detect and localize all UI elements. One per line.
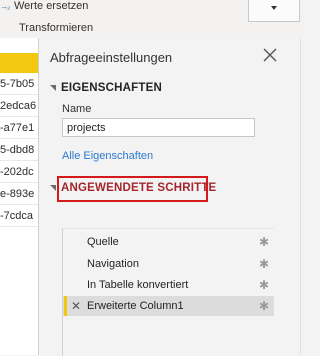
applied-steps-heading: ANGEWENDETE SCHRITTE [61, 182, 217, 194]
query-list-item[interactable]: 5-dbd8 [0, 141, 38, 161]
step-label: Quelle [87, 236, 119, 248]
gear-icon[interactable]: ✱ [259, 299, 269, 313]
replace-values-icon: →₂ [0, 1, 10, 11]
gear-icon[interactable]: ✱ [259, 278, 269, 292]
query-list-item[interactable]: -202dc [0, 163, 38, 183]
query-list-item[interactable]: 5-7b05 [0, 75, 38, 95]
selected-step-bar [64, 296, 67, 316]
query-list-item[interactable]: e-893e [0, 185, 38, 205]
query-settings-pane: Abfrageeinstellungen EIGENSCHAFTEN Name … [39, 38, 305, 356]
query-list: 5-7b05 2edca6 -a77e1 5-dbd8 -202dc e-893… [0, 38, 39, 355]
query-list-item[interactable]: 2edca6 [0, 97, 38, 117]
replace-values-label: Werte ersetzen [14, 0, 89, 12]
query-list-item[interactable]: -7cdca [0, 207, 38, 227]
applied-steps-list: Quelle ✱ Navigation ✱ In Tabelle konvert… [62, 228, 274, 356]
query-name-input[interactable] [62, 118, 255, 137]
step-label: In Tabelle konvertiert [87, 279, 189, 291]
ribbon-dropdown-button[interactable] [248, 0, 300, 22]
replace-values-button[interactable]: →₂ Werte ersetzen [0, 0, 88, 13]
query-list-item[interactable]: -a77e1 [0, 119, 38, 139]
all-properties-link[interactable]: Alle Eigenschaften [62, 150, 153, 162]
gear-icon[interactable]: ✱ [259, 257, 269, 271]
ribbon: →₂ Werte ersetzen Transformieren [0, 0, 305, 39]
chevron-down-icon [271, 6, 277, 10]
applied-steps-section-header[interactable]: ANGEWENDETE SCHRITTE [50, 182, 216, 194]
gear-icon[interactable]: ✱ [259, 235, 269, 249]
collapse-triangle-icon [50, 84, 56, 91]
properties-section-header[interactable]: EIGENSCHAFTEN [50, 82, 162, 94]
pane-title: Abfrageeinstellungen [50, 50, 173, 65]
applied-step-in-tabelle-konvertiert[interactable]: In Tabelle konvertiert ✱ [63, 275, 274, 295]
collapse-triangle-icon [50, 184, 56, 191]
query-list-selected-accent [0, 53, 38, 73]
delete-step-icon[interactable]: ✕ [71, 296, 81, 316]
applied-step-navigation[interactable]: Navigation ✱ [63, 254, 274, 274]
step-label: Navigation [87, 258, 139, 270]
properties-heading: EIGENSCHAFTEN [61, 82, 162, 94]
pane-scrollbar[interactable] [300, 38, 301, 355]
ribbon-group-label: Transformieren [19, 22, 94, 34]
step-label: Erweiterte Column1 [87, 300, 184, 312]
applied-step-erweiterte-column1[interactable]: ✕ Erweiterte Column1 ✱ [63, 296, 274, 316]
close-icon[interactable] [263, 48, 277, 62]
name-label: Name [62, 103, 92, 115]
applied-step-quelle[interactable]: Quelle ✱ [63, 232, 274, 252]
